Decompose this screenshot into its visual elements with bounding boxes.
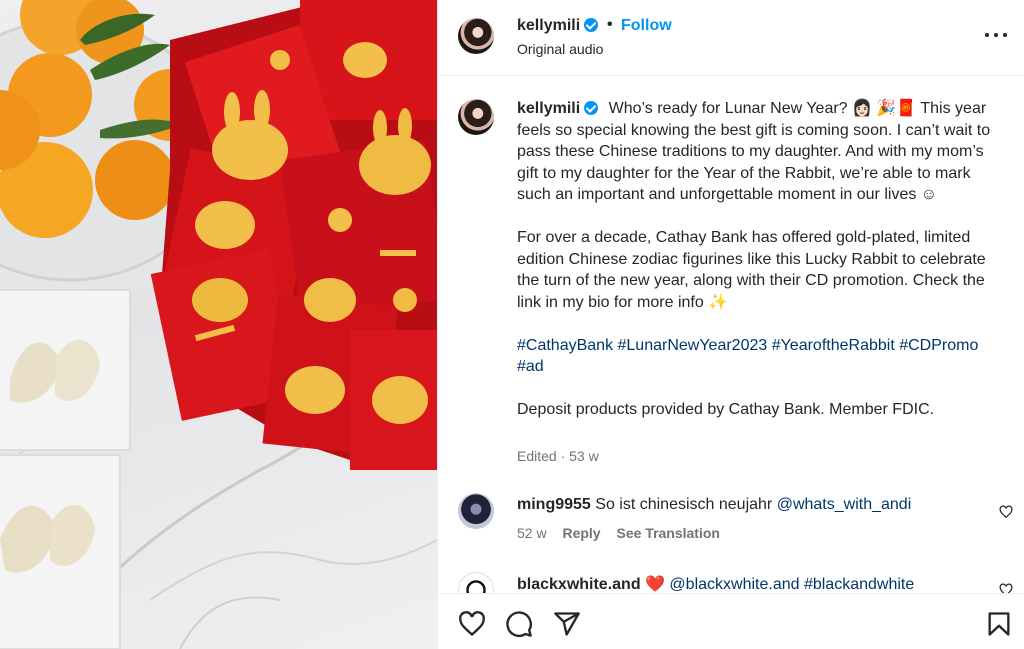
comment-username[interactable]: ming9955 — [517, 496, 591, 513]
caption-text-intro: Who’s ready for Lunar New Year? 👩🏻 🎉🧧 Th… — [517, 100, 991, 203]
caption-username[interactable]: kellymili — [517, 100, 580, 117]
author-avatar[interactable] — [458, 18, 494, 54]
verified-badge-icon — [584, 18, 599, 32]
caption-hashtags[interactable]: #CathayBank #LunarNewYear2023 #Yearofthe… — [517, 335, 997, 378]
author-username[interactable]: kellymili — [517, 17, 580, 34]
comment-age: 52 w — [517, 525, 547, 541]
post-detail-panel: kellymili • Follow Original audio kellym… — [437, 0, 1024, 649]
caption-meta: Edited · 53 w — [517, 448, 599, 464]
comment-text: ming9955 So ist chinesisch neujahr @what… — [517, 496, 911, 514]
separator-dot: • — [607, 16, 613, 33]
post-photo-lunar-new-year — [0, 0, 437, 649]
verified-badge-icon — [584, 101, 599, 115]
share-icon[interactable] — [553, 610, 581, 638]
comment-username[interactable]: blackxwhite.and — [517, 576, 641, 593]
post-image[interactable] — [0, 0, 437, 649]
comment-heart-icon[interactable] — [999, 505, 1013, 519]
comment-text: blackxwhite.and ❤️ @blackxwhite.and #bla… — [517, 574, 914, 594]
heart-emoji: ❤️ — [645, 576, 665, 593]
post-caption: kellymili Who’s ready for Lunar New Year… — [517, 98, 997, 421]
heart-icon[interactable] — [458, 610, 486, 638]
comment-body[interactable]: @blackxwhite.and #blackandwhite — [669, 576, 914, 593]
comment-icon[interactable] — [505, 610, 533, 638]
see-translation-button[interactable]: See Translation — [616, 525, 719, 541]
follow-button[interactable]: Follow — [621, 17, 672, 35]
post-action-bar — [438, 593, 1024, 649]
caption-author-avatar[interactable] — [458, 99, 494, 135]
post-header: kellymili • Follow Original audio — [438, 0, 1024, 76]
comment-body: So ist chinesisch neujahr — [595, 496, 773, 513]
caption-disclaimer: Deposit products provided by Cathay Bank… — [517, 401, 935, 418]
more-options-icon[interactable] — [984, 22, 1008, 46]
commenter-avatar[interactable] — [458, 493, 494, 529]
reply-button[interactable]: Reply — [562, 525, 600, 541]
caption-text-body: For over a decade, Cathay Bank has offer… — [517, 229, 986, 311]
bookmark-icon[interactable] — [985, 610, 1013, 638]
comment-mention[interactable]: @whats_with_andi — [777, 496, 912, 513]
comment-meta: 52 w Reply See Translation — [517, 525, 720, 541]
audio-label[interactable]: Original audio — [517, 41, 603, 57]
